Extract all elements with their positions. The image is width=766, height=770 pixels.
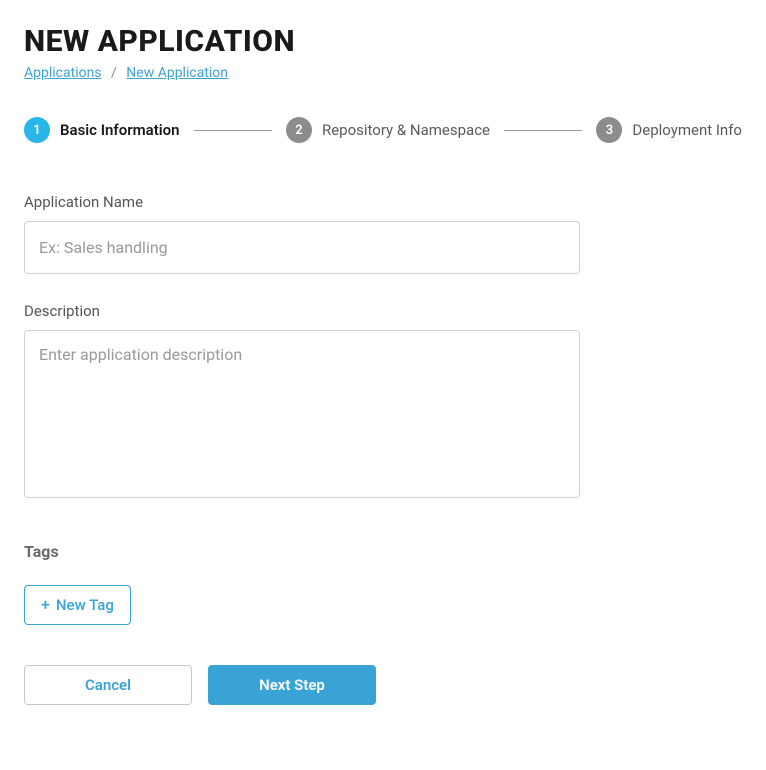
step-label: Repository & Namespace <box>322 121 490 139</box>
step-number: 1 <box>24 117 50 143</box>
stepper: 1 Basic Information 2 Repository & Names… <box>24 117 742 143</box>
step-label: Basic Information <box>60 121 180 139</box>
breadcrumb-link-new-application[interactable]: New Application <box>126 65 228 81</box>
step-number: 3 <box>596 117 622 143</box>
next-step-button[interactable]: Next Step <box>208 665 376 705</box>
page-title: NEW APPLICATION <box>24 24 742 59</box>
breadcrumb: Applications / New Application <box>24 65 742 81</box>
step-connector <box>194 130 272 131</box>
step-deployment-info[interactable]: 3 Deployment Info <box>596 117 742 143</box>
step-label: Deployment Info <box>632 121 742 139</box>
new-tag-button[interactable]: + New Tag <box>24 585 131 625</box>
description-label: Description <box>24 302 742 320</box>
tags-heading: Tags <box>24 542 742 561</box>
app-name-label: Application Name <box>24 193 742 211</box>
description-input[interactable] <box>24 330 580 498</box>
cancel-button[interactable]: Cancel <box>24 665 192 705</box>
step-connector <box>504 130 582 131</box>
app-name-input[interactable] <box>24 221 580 274</box>
step-number: 2 <box>286 117 312 143</box>
breadcrumb-link-applications[interactable]: Applications <box>24 65 102 81</box>
action-buttons: Cancel Next Step <box>24 665 742 705</box>
form-group-app-name: Application Name <box>24 193 742 274</box>
form-group-description: Description <box>24 302 742 502</box>
plus-icon: + <box>41 597 50 613</box>
breadcrumb-separator: / <box>111 65 117 81</box>
step-basic-information[interactable]: 1 Basic Information <box>24 117 180 143</box>
new-tag-label: New Tag <box>56 596 114 614</box>
step-repository-namespace[interactable]: 2 Repository & Namespace <box>286 117 490 143</box>
